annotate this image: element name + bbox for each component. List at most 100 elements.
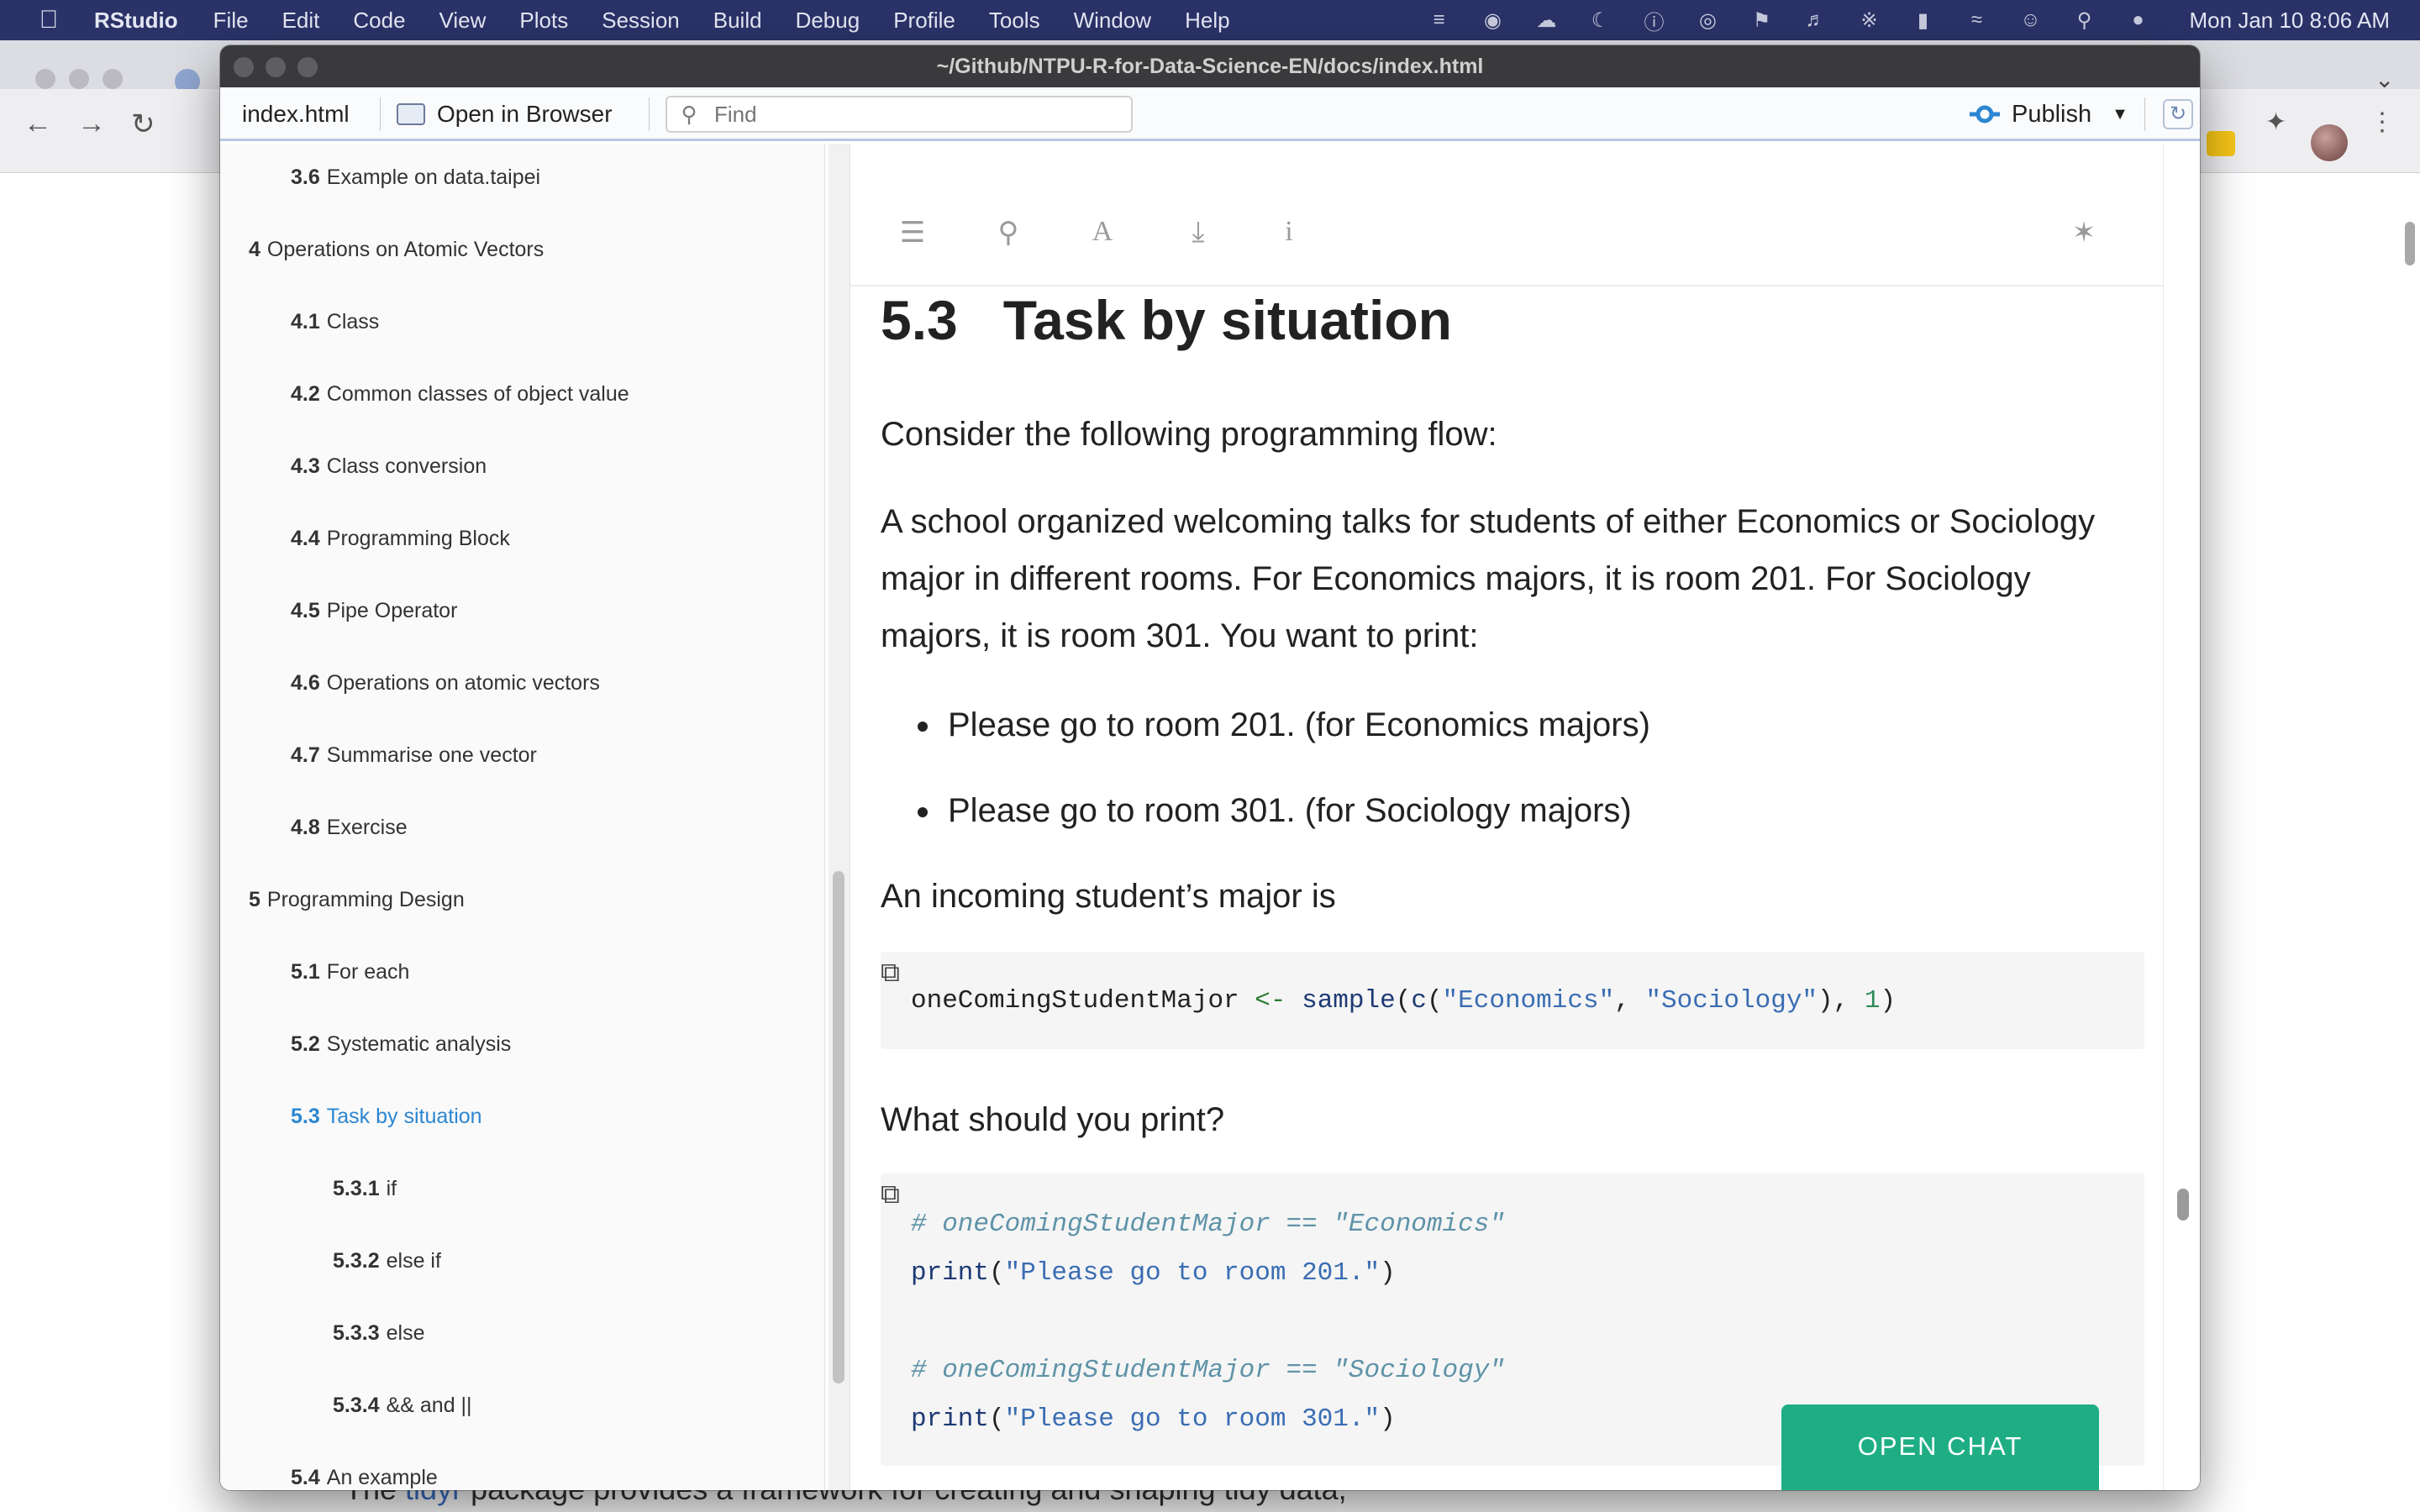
chevron-down-icon[interactable]: ▼: [2112, 105, 2128, 124]
page-scrollbar[interactable]: [2405, 222, 2415, 265]
extensions-puzzle-icon[interactable]: ✦: [2265, 108, 2286, 137]
spotlight-search-icon[interactable]: ⚲: [2072, 8, 2097, 33]
section-title: Task by situation: [1002, 289, 1452, 351]
user-icon[interactable]: ☺: [2018, 8, 2044, 32]
toc-item[interactable]: 5.3.2 else if: [333, 1249, 441, 1273]
toc-item[interactable]: 4.3 Class conversion: [291, 454, 487, 479]
menu-code[interactable]: Code: [353, 8, 405, 34]
extension-icon[interactable]: [2207, 131, 2235, 156]
book-toolbar: ☰ ⚲ A ⤓ i ✶ f ⪶: [850, 144, 2200, 286]
refresh-viewer-button[interactable]: ↻: [2163, 99, 2193, 129]
toc-item[interactable]: 4.1 Class: [291, 310, 379, 334]
menu-file[interactable]: File: [213, 8, 249, 34]
menu-view[interactable]: View: [439, 8, 487, 34]
book-content: 5.3 Task by situation Consider the follow…: [850, 286, 2153, 1490]
twitter-icon[interactable]: ✶: [2065, 216, 2102, 249]
menu-bar:  RStudio File Edit Code View Plots Sess…: [0, 0, 2420, 40]
status-app-icon[interactable]: ≡: [1427, 8, 1452, 32]
menu-plots[interactable]: Plots: [519, 8, 568, 34]
open-browser-icon: [397, 103, 425, 125]
toc-item[interactable]: 5.3.4 && and ||: [333, 1394, 472, 1418]
paragraph: What should you print?: [881, 1101, 1225, 1138]
toc-item[interactable]: 4.8 Exercise: [291, 816, 408, 840]
book-toc-sidebar: 3.6 Example on data.taipei 4 Operations on…: [220, 144, 825, 1490]
toc-item[interactable]: 5.3.1 if: [333, 1177, 397, 1201]
toggle-sidebar-icon[interactable]: ☰: [894, 216, 931, 249]
airdrop-icon[interactable]: ◎: [1696, 8, 1721, 33]
open-chat-button[interactable]: OPEN CHAT: [1781, 1404, 2099, 1490]
find-input[interactable]: [714, 101, 1118, 128]
publish-button[interactable]: Publish ▼: [1968, 87, 2128, 141]
menu-edit[interactable]: Edit: [282, 8, 320, 34]
moon-icon[interactable]: ☾: [1588, 8, 1613, 33]
font-settings-icon[interactable]: A: [1084, 216, 1121, 248]
file-name-tab[interactable]: index.html: [242, 87, 350, 141]
menu-profile[interactable]: Profile: [893, 8, 955, 34]
viewer-toolbar: index.html Open in Browser ⚲ Publish ▼ ↻: [220, 87, 2200, 141]
profile-avatar[interactable]: [2311, 124, 2348, 161]
toc-item[interactable]: 5.4 An example: [291, 1466, 438, 1490]
globe-icon[interactable]: ◉: [1481, 8, 1506, 33]
bluetooth-icon[interactable]: ※: [1857, 8, 1882, 33]
code-block: ⧉ oneComingStudentMajor <- sample(c("Eco…: [881, 952, 2144, 1049]
copy-code-icon[interactable]: ⧉: [881, 1179, 914, 1212]
search-icon: ⚲: [681, 101, 697, 127]
list-item: Please go to room 201. (for Economics ma…: [881, 696, 1650, 782]
window-title: ~/Github/NTPU-R-for-Data-Science-EN/docs…: [936, 55, 1484, 78]
toc-item[interactable]: 3.6 Example on data.taipei: [291, 165, 540, 190]
menu-tools[interactable]: Tools: [989, 8, 1040, 34]
search-icon[interactable]: ⚲: [990, 216, 1027, 249]
toc-scroll-thumb[interactable]: [833, 871, 844, 1383]
volume-icon[interactable]: ♬: [1803, 8, 1828, 32]
toc-item[interactable]: 4 Operations on Atomic Vectors: [249, 238, 544, 262]
siri-icon[interactable]: ●: [2126, 8, 2151, 32]
browser-menu-icon[interactable]: ⋮: [2370, 108, 2395, 137]
info-circle-icon[interactable]: ⓘ: [1642, 6, 1667, 35]
paragraph: Consider the following programming flow:: [881, 416, 1497, 453]
zoom-window-button[interactable]: [103, 69, 123, 89]
minimize-window-button[interactable]: [69, 69, 89, 89]
toc-item-active[interactable]: 5.3 Task by situation: [291, 1105, 482, 1129]
close-window-button[interactable]: [35, 69, 55, 89]
download-icon[interactable]: ⤓: [1180, 216, 1217, 249]
content-scrollbar[interactable]: [2163, 144, 2200, 1490]
menu-help[interactable]: Help: [1185, 8, 1229, 34]
toc-item[interactable]: 4.5 Pipe Operator: [291, 599, 457, 623]
copy-code-icon[interactable]: ⧉: [881, 957, 914, 990]
toolbar-divider: [649, 97, 650, 131]
menu-debug[interactable]: Debug: [796, 8, 860, 34]
bullet-list: Please go to room 201. (for Economics ma…: [881, 696, 1650, 868]
toc-item[interactable]: 5.3.3 else: [333, 1321, 424, 1346]
menu-window[interactable]: Window: [1074, 8, 1151, 34]
toc-item[interactable]: 5.1 For each: [291, 960, 409, 984]
reload-icon[interactable]: ↻: [131, 108, 155, 141]
code-text: oneComingStudentMajor <- sample(c("Econo…: [911, 986, 1897, 1016]
menu-session[interactable]: Session: [602, 8, 680, 34]
wifi-icon[interactable]: ≈: [1965, 8, 1990, 32]
section-heading: 5.3 Task by situation: [881, 288, 1452, 352]
toc-item[interactable]: 4.7 Summarise one vector: [291, 743, 537, 768]
open-in-browser-button[interactable]: Open in Browser: [397, 87, 613, 141]
find-field[interactable]: ⚲: [666, 96, 1133, 133]
app-menu[interactable]: RStudio: [94, 8, 178, 34]
menubar-clock[interactable]: Mon Jan 10 8:06 AM: [2190, 8, 2390, 34]
section-number: 5.3: [881, 289, 958, 351]
flag-icon[interactable]: ⚑: [1749, 8, 1775, 33]
toc-item[interactable]: 5.2 Systematic analysis: [291, 1032, 511, 1057]
cloud-icon[interactable]: ☁: [1534, 8, 1560, 33]
toc-scrollbar[interactable]: [829, 144, 850, 1490]
toc-item[interactable]: 5 Programming Design: [249, 888, 465, 912]
toc-item[interactable]: 4.4 Programming Block: [291, 527, 510, 551]
apple-menu-icon[interactable]: : [32, 6, 66, 34]
back-arrow-icon[interactable]: ←: [24, 108, 52, 140]
code-text: # oneComingStudentMajor == "Economics" pr…: [911, 1210, 1505, 1434]
toc-item[interactable]: 4.2 Common classes of object value: [291, 382, 629, 407]
toc-item[interactable]: 4.6 Operations on atomic vectors: [291, 671, 600, 696]
content-scroll-thumb[interactable]: [2177, 1189, 2189, 1221]
paragraph: A school organized welcoming talks for s…: [881, 503, 2096, 654]
forward-arrow-icon[interactable]: →: [77, 108, 106, 140]
info-icon[interactable]: i: [1270, 216, 1307, 248]
open-in-browser-label: Open in Browser: [437, 101, 613, 127]
menu-build[interactable]: Build: [713, 8, 762, 34]
battery-icon[interactable]: ▮: [1911, 8, 1936, 33]
